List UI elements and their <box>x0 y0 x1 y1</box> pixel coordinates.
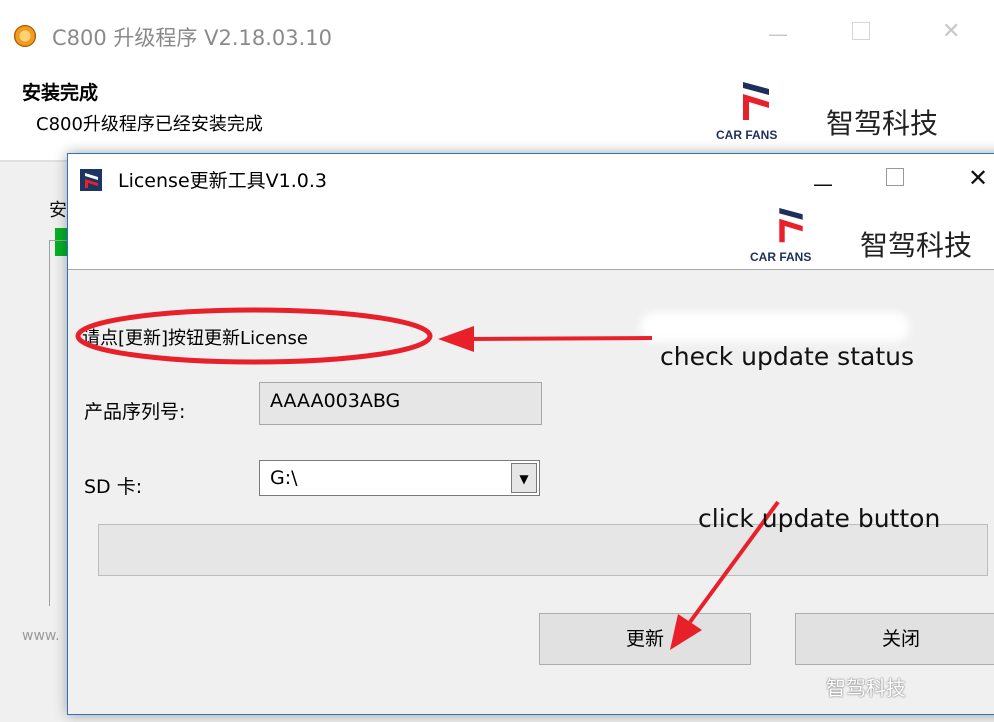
installer-minimize-button[interactable]: — <box>768 24 788 44</box>
dialog-close-icon[interactable]: ✕ <box>968 164 988 192</box>
brand-logo-text: CAR FANS <box>716 128 778 142</box>
dialog-title: License更新工具V1.0.3 <box>118 170 327 192</box>
car-fans-logo-icon <box>779 208 803 243</box>
dialog-brand: CAR FANS 智驾科技 <box>748 208 994 268</box>
installer-app-icon <box>14 25 36 47</box>
dropdown-arrow-icon[interactable]: ▼ <box>511 463 537 493</box>
installer-heading: 安装完成 <box>22 82 99 104</box>
sd-card-selected-value: G:\ <box>270 467 298 489</box>
installer-footer-link[interactable]: www. <box>22 628 60 644</box>
update-button[interactable]: 更新 <box>539 613 751 665</box>
dialog-maximize-button[interactable] <box>886 168 904 186</box>
brand-name: 智驾科技 <box>860 229 973 262</box>
watermark-text: 智驾科技 <box>826 676 906 700</box>
dialog-header: License更新工具V1.0.3 — ✕ CAR FANS 智驾科技 <box>68 154 994 270</box>
brand-name: 智驾科技 <box>826 107 939 140</box>
close-button[interactable]: 关闭 <box>795 613 994 665</box>
installer-close-button[interactable]: ✕ <box>942 21 960 43</box>
installer-maximize-button[interactable] <box>852 22 870 40</box>
license-app-icon <box>80 169 102 191</box>
installer-titlebar: C800 升级程序 V2.18.03.10 — ✕ <box>0 0 994 72</box>
serial-number-field[interactable]: AAAA003ABG <box>259 382 542 425</box>
serial-number-label: 产品序列号: <box>84 401 186 423</box>
sd-card-label: SD 卡: <box>84 476 143 498</box>
update-status-label: 请点[更新]按钮更新License <box>82 328 308 349</box>
sd-card-select[interactable]: G:\ ▼ <box>259 460 540 496</box>
dialog-minimize-button[interactable]: — <box>813 172 833 196</box>
license-dialog: License更新工具V1.0.3 — ✕ CAR FANS 智驾科技 请点[更… <box>67 153 994 715</box>
installer-brand: CAR FANS 智驾科技 <box>714 82 984 152</box>
installer-subheading: C800升级程序已经安装完成 <box>36 114 263 135</box>
installer-window-title: C800 升级程序 V2.18.03.10 <box>52 26 333 50</box>
installer-progress-label: 安 <box>49 200 67 221</box>
car-fans-logo-icon <box>743 82 769 120</box>
check-status-annotation: check update status <box>660 342 914 371</box>
redaction-smudge <box>640 312 910 342</box>
click-update-annotation: click update button <box>698 504 941 533</box>
brand-logo-text: CAR FANS <box>750 250 812 264</box>
